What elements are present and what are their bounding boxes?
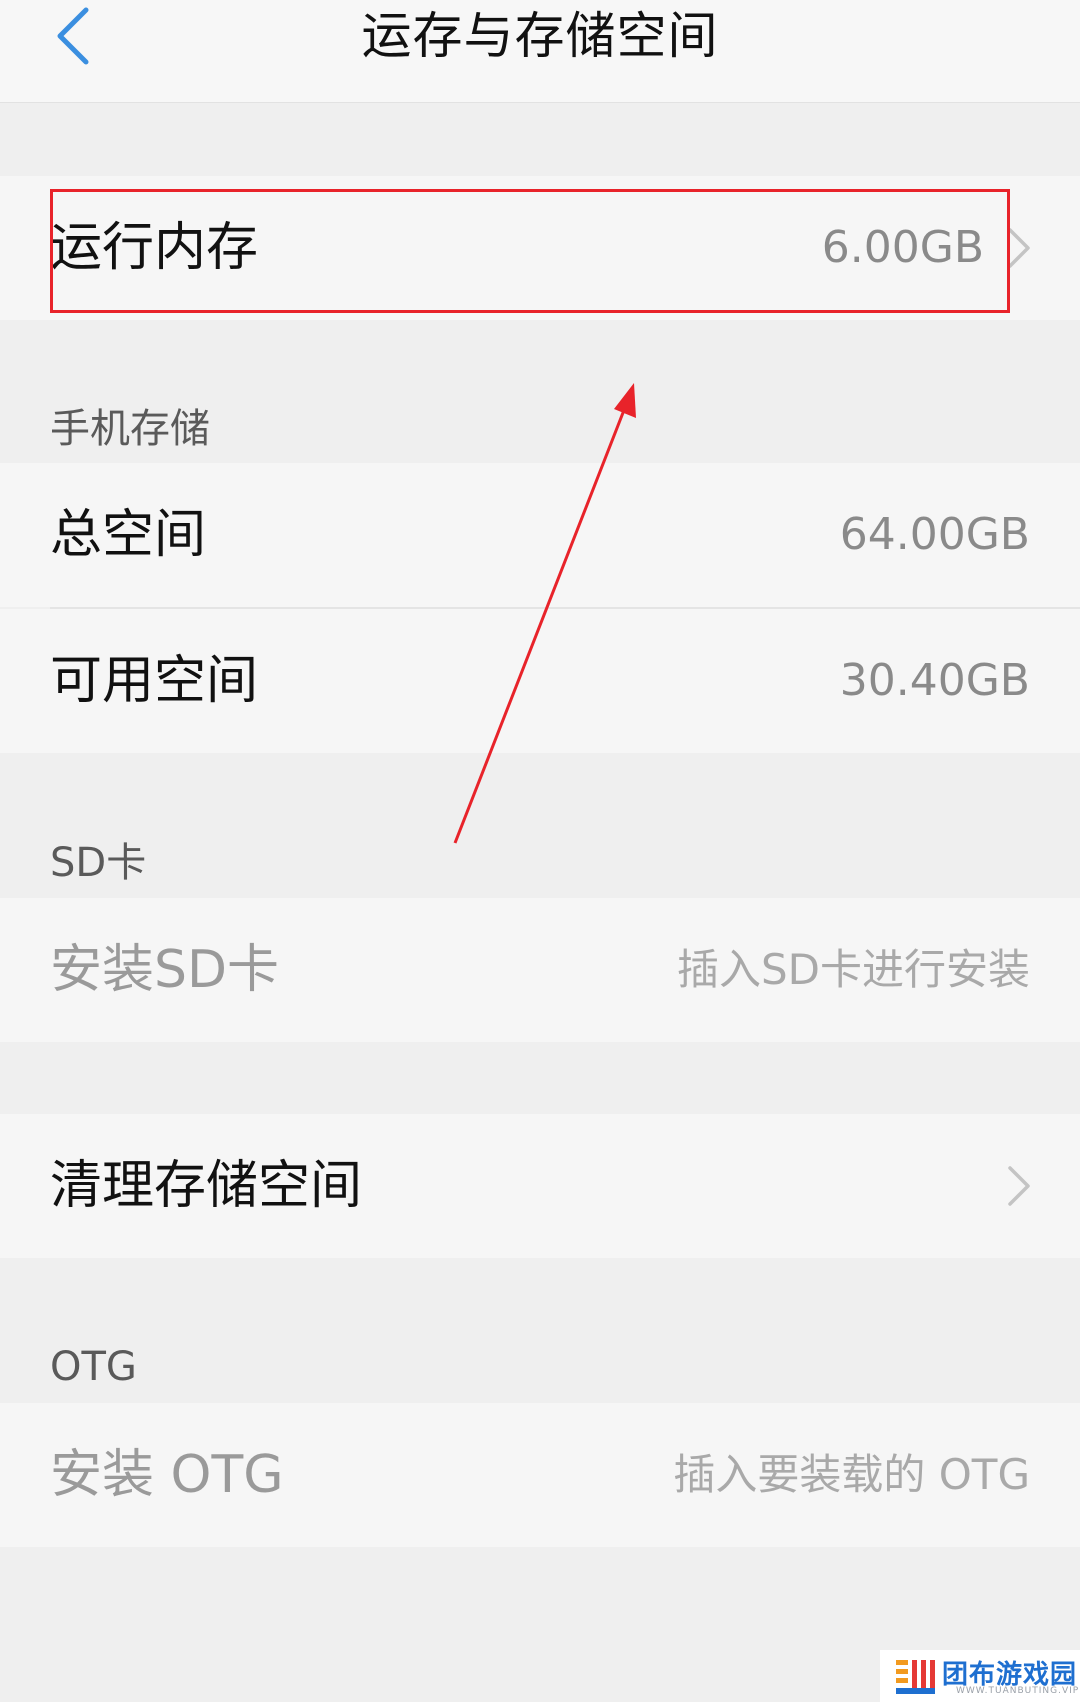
total-space-row: 总空间 64.00GB <box>0 463 1080 607</box>
install-otg-row[interactable]: 安装 OTG 插入要装载的 OTG <box>0 1403 1080 1547</box>
section-title-phone-storage: 手机存储 <box>50 406 210 452</box>
section-title-sd-card: SD卡 <box>50 840 147 886</box>
available-space-label: 可用空间 <box>50 651 259 711</box>
total-space-value: 64.00GB <box>839 509 1030 560</box>
available-space-row: 可用空间 30.40GB <box>0 609 1080 753</box>
chevron-right-icon <box>1008 1166 1030 1206</box>
annotation-highlight-box <box>50 189 1010 313</box>
install-sd-card-hint: 插入SD卡进行安装 <box>676 945 1030 994</box>
section-title-otg: OTG <box>50 1344 137 1390</box>
app-header: 运存与存储空间 <box>0 0 1080 103</box>
clean-storage-row[interactable]: 清理存储空间 <box>0 1114 1080 1258</box>
total-space-label: 总空间 <box>50 505 207 565</box>
watermark: 团布游戏园 WWW.TUANBUTING.VIP <box>880 1650 1080 1702</box>
clean-storage-label: 清理存储空间 <box>50 1156 363 1216</box>
watermark-logo-icon <box>896 1660 935 1694</box>
available-space-value: 30.40GB <box>839 655 1030 706</box>
install-otg-hint: 插入要装载的 OTG <box>673 1450 1030 1499</box>
install-sd-card-label: 安装SD卡 <box>50 940 280 1000</box>
install-otg-label: 安装 OTG <box>50 1445 284 1505</box>
page-title: 运存与存储空间 <box>361 7 719 65</box>
watermark-url: WWW.TUANBUTING.VIP <box>956 1686 1080 1696</box>
install-sd-card-row[interactable]: 安装SD卡 插入SD卡进行安装 <box>0 898 1080 1042</box>
